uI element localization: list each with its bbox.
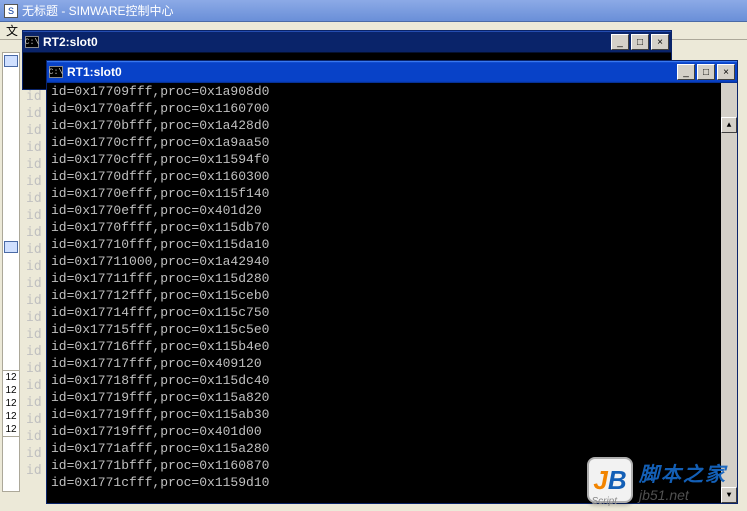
- console-output: id=0x17709fff,proc=0x1a908d0 id=0x1770af…: [51, 83, 733, 491]
- menu-item-file[interactable]: 文: [6, 24, 18, 38]
- main-window-title: 无标题 - SIMWARE控制中心: [22, 2, 174, 19]
- scrollbar[interactable]: ▲ ▼: [721, 83, 737, 503]
- line-numbers: 12 12 12 12 12: [2, 370, 20, 437]
- app-icon: S: [4, 4, 18, 18]
- minimize-button[interactable]: _: [611, 34, 629, 50]
- line-number: 12: [3, 384, 19, 397]
- minimize-button[interactable]: _: [677, 64, 695, 80]
- console-title-rt2: RT2:slot0: [43, 35, 611, 49]
- tree-node-icon[interactable]: [4, 241, 18, 253]
- console-titlebar-rt1[interactable]: C:\ RT1:slot0 _ □ ×: [47, 61, 737, 83]
- scroll-up-button[interactable]: ▲: [721, 117, 737, 133]
- main-window-titlebar: S 无标题 - SIMWARE控制中心: [0, 0, 747, 22]
- console-body-rt1[interactable]: id=0x17709fff,proc=0x1a908d0 id=0x1770af…: [47, 83, 737, 503]
- line-number: 12: [3, 423, 19, 436]
- tree-node-icon[interactable]: [4, 55, 18, 67]
- rt2-visible-edge: idididididididididididididididididididid…: [26, 88, 42, 479]
- console-title-rt1: RT1:slot0: [67, 65, 677, 79]
- cmd-icon: C:\: [25, 36, 39, 48]
- watermark-text-cn: 脚本之家: [639, 458, 727, 487]
- maximize-button[interactable]: □: [631, 34, 649, 50]
- maximize-button[interactable]: □: [697, 64, 715, 80]
- close-button[interactable]: ×: [717, 64, 735, 80]
- console-titlebar-rt2[interactable]: C:\ RT2:slot0 _ □ ×: [23, 31, 671, 53]
- line-number: 12: [3, 371, 19, 384]
- watermark-url: jb51.net: [639, 487, 689, 503]
- line-number: 12: [3, 397, 19, 410]
- cmd-icon: C:\: [49, 66, 63, 78]
- close-button[interactable]: ×: [651, 34, 669, 50]
- console-window-rt1[interactable]: C:\ RT1:slot0 _ □ × id=0x17709fff,proc=0…: [46, 60, 738, 504]
- watermark-script-label: Script: [591, 496, 617, 507]
- line-number: 12: [3, 410, 19, 423]
